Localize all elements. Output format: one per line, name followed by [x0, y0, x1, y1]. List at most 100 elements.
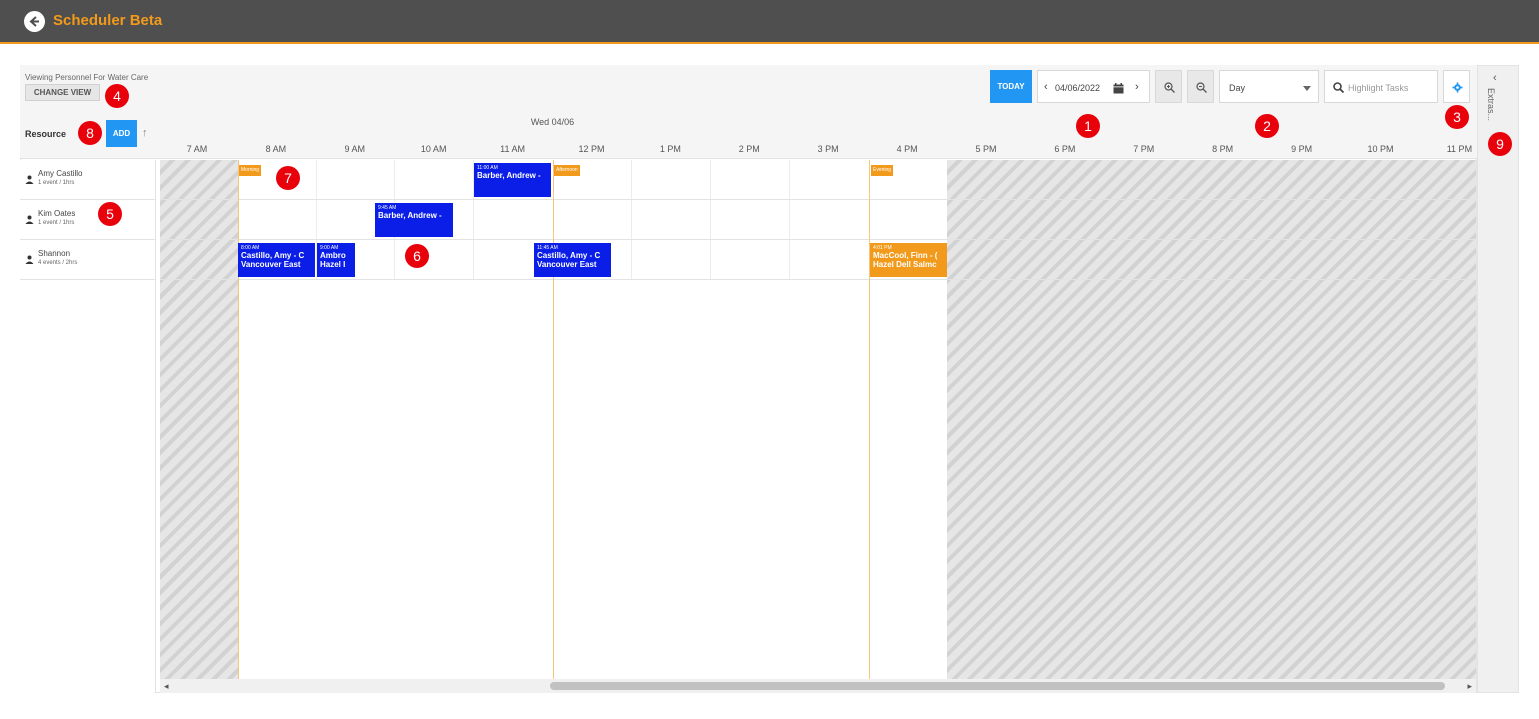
event-block[interactable]: 9:45 AM Barber, Andrew -: [375, 203, 453, 237]
event-title: Barber, Andrew -: [477, 171, 541, 180]
hour-label: 7 PM: [1133, 144, 1155, 154]
resource-name: Kim Oates: [38, 209, 76, 218]
timeline-grid: Morning Afternoon Evening 11:00 AM Barbe…: [160, 160, 1476, 679]
chevron-left-icon: ‹: [1493, 72, 1497, 84]
app-header: Scheduler Beta: [0, 0, 1539, 44]
settings-button[interactable]: [1443, 70, 1470, 103]
annotation-marker: 7: [276, 166, 300, 190]
hour-label: 10 PM: [1367, 144, 1394, 154]
event-location: Vancouver East: [241, 260, 301, 269]
shift-boundary: [238, 160, 239, 679]
search-icon: [1333, 82, 1344, 93]
event-block[interactable]: 8:00 AM Castillo, Amy - C Vancouver East: [238, 243, 315, 277]
hour-label: 1 PM: [659, 144, 681, 154]
view-mode-select[interactable]: Day: [1219, 70, 1319, 103]
gear-icon: [1452, 82, 1463, 93]
shift-tag-morning: Morning: [239, 165, 262, 176]
highlight-tasks-input[interactable]: [1348, 79, 1434, 96]
extras-label: Extras...: [1486, 88, 1496, 122]
hour-label: 8 PM: [1212, 144, 1234, 154]
event-title: Barber, Andrew -: [378, 211, 442, 220]
event-title: MacCool, Finn - (: [873, 251, 938, 260]
hour-label: 4 PM: [896, 144, 918, 154]
event-block[interactable]: 11:45 AM Castillo, Amy - C Vancouver Eas…: [534, 243, 611, 277]
today-button[interactable]: TODAY: [990, 70, 1032, 103]
annotation-marker: 4: [105, 84, 129, 108]
day-header: Wed 04/06: [530, 117, 575, 127]
resource-summary: 4 events / 2hrs: [38, 260, 78, 266]
person-icon: [25, 215, 34, 224]
gridline: [789, 160, 790, 280]
resource-name: Shannon: [38, 249, 71, 258]
shift-tag-afternoon: Afternoon: [554, 165, 580, 176]
scrollbar-thumb[interactable]: [550, 682, 1445, 690]
event-title: Ambro: [320, 251, 346, 260]
add-resource-button[interactable]: ADD: [106, 120, 137, 147]
zoom-in-button[interactable]: [1155, 70, 1182, 103]
annotation-marker: 2: [1255, 114, 1279, 138]
event-block[interactable]: 4:01 PM MacCool, Finn - ( Hazel Dell Sal…: [870, 243, 947, 277]
hour-label: 8 AM: [265, 144, 287, 154]
sort-arrow-icon[interactable]: ↑: [142, 127, 148, 139]
date-navigator: ‹ 04/06/2022 ›: [1037, 70, 1150, 103]
app-title: Scheduler Beta: [53, 12, 163, 29]
resource-summary: 1 event / 1hrs: [38, 220, 75, 226]
unavailable-hatch: [947, 160, 1476, 679]
event-title: Castillo, Amy - C: [537, 251, 601, 260]
resource-row[interactable]: Kim Oates 1 event / 1hrs: [20, 200, 156, 240]
event-location: Vancouver East: [537, 260, 597, 269]
person-icon: [25, 175, 34, 184]
extras-panel-toggle[interactable]: ‹ Extras...: [1477, 65, 1519, 693]
next-day-chevron-icon[interactable]: ›: [1135, 81, 1139, 93]
scroll-right-arrow-icon[interactable]: ▸: [1467, 681, 1472, 692]
event-block[interactable]: 9:00 AM Ambro Hazel I: [317, 243, 355, 277]
highlight-tasks-box: [1324, 70, 1438, 103]
horizontal-scrollbar[interactable]: ◂ ▸: [160, 679, 1476, 693]
row-divider: [160, 279, 1476, 280]
gridline: [710, 160, 711, 280]
annotation-marker: 9: [1488, 132, 1512, 156]
resource-row[interactable]: Amy Castillo 1 event / 1hrs: [20, 160, 156, 200]
event-title: Castillo, Amy - C: [241, 251, 305, 260]
hour-label: 7 AM: [186, 144, 208, 154]
zoom-in-icon: [1164, 82, 1175, 93]
hour-label: 9 PM: [1291, 144, 1313, 154]
hour-label: 9 AM: [344, 144, 366, 154]
zoom-out-icon: [1196, 82, 1207, 93]
back-arrow-icon[interactable]: [24, 11, 45, 32]
hour-label: 11 AM: [500, 144, 526, 154]
previous-day-chevron-icon[interactable]: ‹: [1044, 81, 1048, 93]
hour-label: 5 PM: [975, 144, 997, 154]
hour-label: 10 AM: [420, 144, 447, 154]
row-divider: [160, 239, 1476, 240]
date-value[interactable]: 04/06/2022: [1055, 83, 1100, 93]
change-view-button[interactable]: CHANGE VIEW: [25, 84, 100, 101]
event-location: Hazel Dell Salmc: [873, 260, 937, 269]
annotation-marker: 6: [405, 244, 429, 268]
shift-boundary: [869, 160, 870, 679]
resource-summary: 1 event / 1hrs: [38, 180, 75, 186]
unavailable-hatch: [160, 160, 238, 679]
annotation-marker: 8: [78, 121, 102, 145]
resource-name: Amy Castillo: [38, 169, 83, 178]
zoom-out-button[interactable]: [1187, 70, 1214, 103]
annotation-marker: 3: [1445, 105, 1469, 129]
hour-label: 3 PM: [817, 144, 839, 154]
event-block[interactable]: 11:00 AM Barber, Andrew -: [474, 163, 551, 197]
view-mode-value: Day: [1229, 83, 1246, 93]
row-divider: [160, 199, 1476, 200]
event-location: Hazel I: [320, 260, 346, 269]
annotation-marker: 5: [98, 202, 122, 226]
resource-column-header: Resource: [25, 129, 67, 139]
shift-boundary: [553, 160, 554, 679]
person-icon: [25, 255, 34, 264]
hour-label: 6 PM: [1054, 144, 1076, 154]
viewing-label: Viewing Personnel For Water Care: [25, 73, 149, 82]
scroll-left-arrow-icon[interactable]: ◂: [164, 681, 169, 692]
resource-row[interactable]: Shannon 4 events / 2hrs: [20, 240, 156, 280]
caret-down-icon: [1303, 86, 1311, 91]
hour-label: 2 PM: [738, 144, 760, 154]
gridline: [631, 160, 632, 280]
calendar-icon[interactable]: [1113, 81, 1124, 94]
annotation-marker: 1: [1076, 114, 1100, 138]
